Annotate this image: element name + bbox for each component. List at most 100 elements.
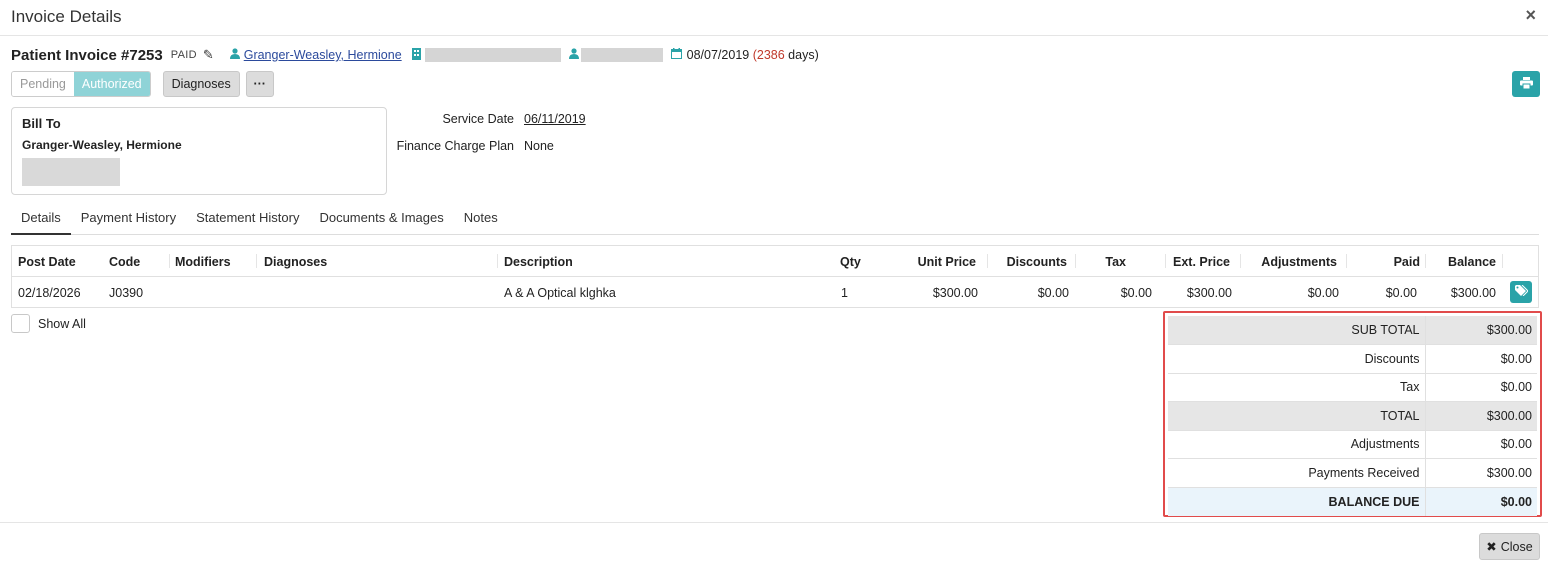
tab-statement-history[interactable]: Statement History xyxy=(186,207,309,235)
subtotal-label: SUB TOTAL xyxy=(1168,316,1426,345)
close-button-label: Close xyxy=(1500,539,1533,554)
col-ext-price[interactable]: Ext. Price xyxy=(1173,255,1230,269)
tab-payment-history[interactable]: Payment History xyxy=(71,207,186,235)
col-adjustments[interactable]: Adjustments xyxy=(1261,255,1337,269)
invoice-summary-line: Patient Invoice #7253 PAID ✎ Granger-Wea… xyxy=(11,45,819,65)
cell-balance: $300.00 xyxy=(1450,286,1496,300)
show-all-row: Show All xyxy=(11,314,86,333)
invoice-tabs: Details Payment History Statement Histor… xyxy=(11,207,1539,235)
col-divider xyxy=(987,254,988,268)
building-icon xyxy=(411,47,421,63)
print-button[interactable] xyxy=(1512,71,1540,97)
status-toggle: Pending Authorized xyxy=(11,71,151,97)
cell-code: J0390 xyxy=(109,286,144,300)
cell-discounts: $0.00 xyxy=(1037,286,1069,300)
invoice-status: PAID xyxy=(170,49,197,61)
bill-to-heading: Bill To xyxy=(22,116,61,131)
footer-divider xyxy=(0,522,1548,523)
col-description[interactable]: Description xyxy=(504,255,573,269)
service-date-value[interactable]: 06/11/2019 xyxy=(524,112,586,126)
pencil-icon[interactable]: ✎ xyxy=(203,47,214,63)
bill-to-name: Granger-Weasley, Hermione xyxy=(22,138,182,152)
totals-summary: SUB TOTAL $300.00 Discounts $0.00 Tax $0… xyxy=(1163,311,1542,517)
total-value: $300.00 xyxy=(1425,401,1537,431)
totals-row-adjustments: Adjustments $0.00 xyxy=(1168,430,1537,459)
col-tax[interactable]: Tax xyxy=(1105,255,1126,269)
invoice-title: Patient Invoice #7253 xyxy=(11,46,163,64)
service-date-label: Service Date xyxy=(442,112,514,126)
redacted-field xyxy=(424,48,561,62)
cell-description: A & A Optical klghka xyxy=(504,286,616,300)
user-icon xyxy=(229,48,240,62)
table-row[interactable]: 02/18/2026 J0390 A & A Optical klghka 1 … xyxy=(12,277,1538,308)
more-options-button[interactable]: ··· xyxy=(245,71,274,97)
invoice-date: 08/07/2019 (2386 days) xyxy=(687,48,819,62)
status-button-row: Pending Authorized Diagnoses ··· xyxy=(11,71,274,97)
tax-label: Tax xyxy=(1168,373,1426,402)
col-balance[interactable]: Balance xyxy=(1448,255,1496,269)
totals-row-total: TOTAL $300.00 xyxy=(1168,401,1537,431)
cell-tax: $0.00 xyxy=(1120,286,1152,300)
cell-post-date: 02/18/2026 xyxy=(18,286,81,300)
discounts-label: Discounts xyxy=(1168,344,1426,374)
balance-due-label: BALANCE DUE xyxy=(1168,487,1426,516)
cell-adjustments: $0.00 xyxy=(1307,286,1339,300)
col-divider xyxy=(1075,254,1076,268)
totals-row-tax: Tax $0.00 xyxy=(1168,373,1537,402)
col-unit-price[interactable]: Unit Price xyxy=(918,255,976,269)
totals-row-payments: Payments Received $300.00 xyxy=(1168,458,1537,488)
invoice-date-value: 08/07/2019 xyxy=(686,48,750,62)
total-label: TOTAL xyxy=(1168,401,1426,431)
subtotal-value: $300.00 xyxy=(1425,316,1537,345)
col-divider xyxy=(497,254,498,268)
col-divider xyxy=(1346,254,1347,268)
finance-plan-value: None xyxy=(524,139,554,153)
cell-unit-price: $300.00 xyxy=(932,286,978,300)
grid-header: Post Date Code Modifiers Diagnoses Descr… xyxy=(12,246,1538,277)
close-x-icon[interactable]: × xyxy=(1525,5,1536,26)
authorized-button[interactable]: Authorized xyxy=(73,72,150,96)
col-code[interactable]: Code xyxy=(109,255,140,269)
line-items-grid: Post Date Code Modifiers Diagnoses Descr… xyxy=(11,245,1539,308)
tab-notes[interactable]: Notes xyxy=(454,207,508,235)
tab-details[interactable]: Details xyxy=(11,207,71,235)
col-divider xyxy=(1425,254,1426,268)
col-divider xyxy=(256,254,257,268)
close-button[interactable]: ✖ Close xyxy=(1479,533,1540,560)
tag-button[interactable] xyxy=(1510,281,1532,303)
calendar-icon xyxy=(670,48,682,62)
diagnoses-button[interactable]: Diagnoses xyxy=(162,71,240,97)
col-divider xyxy=(169,254,170,268)
tag-icon xyxy=(1514,284,1529,299)
show-all-label: Show All xyxy=(38,316,86,331)
col-divider xyxy=(1502,254,1503,268)
col-modifiers[interactable]: Modifiers xyxy=(175,255,231,269)
redacted-address xyxy=(22,158,120,186)
finance-plan-label: Finance Charge Plan xyxy=(396,139,514,153)
totals-table: SUB TOTAL $300.00 Discounts $0.00 Tax $0… xyxy=(1168,316,1537,516)
totals-row-balance-due: BALANCE DUE $0.00 xyxy=(1168,487,1537,516)
col-paid[interactable]: Paid xyxy=(1394,255,1420,269)
user-md-icon xyxy=(568,48,579,62)
col-discounts[interactable]: Discounts xyxy=(1007,255,1067,269)
col-qty[interactable]: Qty xyxy=(840,255,861,269)
totals-row-discounts: Discounts $0.00 xyxy=(1168,344,1537,374)
cell-ext-price: $300.00 xyxy=(1186,286,1232,300)
print-icon xyxy=(1519,76,1533,92)
cell-qty: 1 xyxy=(841,286,848,300)
show-all-checkbox[interactable] xyxy=(11,314,30,333)
payments-received-value: $300.00 xyxy=(1425,458,1537,488)
pending-button[interactable]: Pending xyxy=(12,72,74,96)
discounts-value: $0.00 xyxy=(1425,344,1537,374)
patient-link[interactable]: Granger-Weasley, Hermione xyxy=(244,48,402,62)
tax-value: $0.00 xyxy=(1425,373,1537,402)
adjustments-label: Adjustments xyxy=(1168,430,1426,459)
col-diagnoses[interactable]: Diagnoses xyxy=(264,255,327,269)
balance-due-value: $0.00 xyxy=(1425,487,1537,516)
adjustments-value: $0.00 xyxy=(1425,430,1537,459)
col-post-date[interactable]: Post Date xyxy=(18,255,76,269)
days-open: (2386 xyxy=(752,48,785,62)
tab-documents-images[interactable]: Documents & Images xyxy=(309,207,453,235)
days-suffix: days) xyxy=(784,48,819,62)
modal-title: Invoice Details xyxy=(11,7,122,26)
